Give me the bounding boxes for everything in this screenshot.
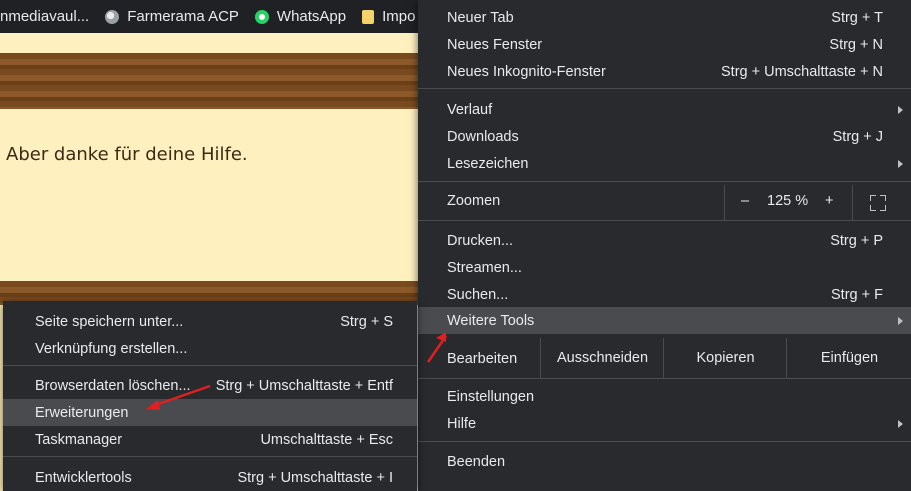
menu-item-shortcut: Strg + J [832, 128, 883, 145]
menu-item-shortcut: Strg + Umschalttaste + Entf [215, 377, 393, 394]
menu-item-label: Drucken... [447, 232, 514, 249]
menu-item-create-shortcut[interactable]: Verknüpfung erstellen... [3, 335, 417, 362]
menu-item-new-tab[interactable]: Neuer Tab Strg + T [418, 4, 911, 31]
menu-item-label: Neuer Tab [447, 9, 514, 26]
menu-item-dev-tools[interactable]: Entwicklertools Strg + Umschalttaste + I [3, 464, 417, 491]
menu-item-new-window[interactable]: Neues Fenster Strg + N [418, 31, 911, 58]
menu-item-print[interactable]: Drucken... Strg + P [418, 227, 911, 254]
menu-separator [418, 441, 911, 442]
menu-item-label: Hilfe [447, 415, 477, 432]
menu-item-shortcut: Strg + Umschalttaste + N [721, 63, 883, 80]
wood-banner [0, 53, 420, 109]
bookmark-folder[interactable]: Impo [362, 8, 415, 25]
menu-item-label: Downloads [447, 128, 519, 145]
menu-item-shortcut: Strg + T [831, 9, 883, 26]
menu-item-downloads[interactable]: Downloads Strg + J [418, 123, 911, 150]
zoom-label: Zoomen [447, 193, 501, 209]
menu-item-shortcut: Strg + Umschalttaste + I [237, 469, 393, 486]
menu-item-cast[interactable]: Streamen... [418, 254, 911, 281]
menu-item-label: Verknüpfung erstellen... [35, 340, 188, 357]
zoom-out-button[interactable]: – [741, 193, 749, 209]
menu-item-label: Erweiterungen [35, 404, 129, 421]
submenu-arrow-icon [898, 316, 903, 325]
more-tools-submenu: Seite speichern unter... Strg + S Verknü… [3, 301, 417, 491]
menu-item-label: Suchen... [447, 286, 509, 303]
menu-item-task-manager[interactable]: Taskmanager Umschalttaste + Esc [3, 426, 417, 453]
menu-item-label: Verlauf [447, 101, 493, 118]
bookmark-label: Impo [382, 8, 416, 25]
menu-item-label: Einstellungen [447, 388, 535, 405]
menu-item-label: Beenden [447, 453, 506, 470]
menu-item-label: Weitere Tools [447, 312, 535, 329]
menu-item-more-tools[interactable]: Weitere Tools [418, 307, 911, 334]
menu-item-new-incognito[interactable]: Neues Inkognito-Fenster Strg + Umschaltt… [418, 58, 911, 85]
menu-item-exit[interactable]: Beenden [418, 448, 911, 475]
menu-item-help[interactable]: Hilfe [418, 410, 911, 437]
whatsapp-icon [254, 9, 269, 24]
menu-item-shortcut: Strg + P [830, 232, 883, 249]
menu-separator [418, 88, 911, 89]
menu-item-extensions[interactable]: Erweiterungen [3, 399, 417, 426]
edit-row: Bearbeiten Ausschneiden Kopieren Einfüge… [418, 338, 911, 378]
folder-icon [362, 9, 375, 24]
globe-icon [105, 9, 120, 24]
chrome-main-menu: Neuer Tab Strg + T Neues Fenster Strg + … [418, 0, 911, 491]
bookmark-farmerama[interactable]: Farmerama ACP [105, 8, 239, 25]
menu-item-shortcut: Strg + N [829, 36, 883, 53]
menu-item-save-page[interactable]: Seite speichern unter... Strg + S [3, 308, 417, 335]
menu-item-clear-data[interactable]: Browserdaten löschen... Strg + Umschaltt… [3, 372, 417, 399]
submenu-arrow-icon [898, 105, 903, 114]
menu-item-shortcut: Umschalttaste + Esc [260, 431, 393, 448]
bookmark-label: Farmerama ACP [127, 8, 239, 25]
bookmarks-bar: nmediavaul... Farmerama ACP WhatsApp Imp… [0, 0, 420, 33]
submenu-arrow-icon [898, 159, 903, 168]
menu-item-label: Neues Fenster [447, 36, 543, 53]
menu-separator [418, 181, 911, 182]
zoom-row: Zoomen – 125 % + [418, 185, 911, 220]
menu-item-shortcut: Strg + S [340, 313, 393, 330]
zoom-value: 125 % [767, 193, 809, 209]
bookmark-label: nmediavaul... [0, 8, 90, 25]
menu-item-label: Seite speichern unter... [35, 313, 184, 330]
zoom-controls: – 125 % + [724, 185, 853, 220]
menu-item-shortcut: Strg + F [831, 286, 883, 303]
menu-item-label: Neues Inkognito-Fenster [447, 63, 606, 80]
menu-item-label: Taskmanager [35, 431, 123, 448]
edit-label: Bearbeiten [447, 351, 518, 367]
bookmark-mediavault[interactable]: nmediavaul... [0, 8, 89, 25]
menu-separator [3, 365, 417, 366]
bookmark-whatsapp[interactable]: WhatsApp [254, 8, 347, 25]
bookmark-label: WhatsApp [276, 8, 347, 25]
fullscreen-icon[interactable] [870, 195, 886, 211]
menu-separator [418, 378, 911, 379]
copy-button[interactable]: Kopieren [663, 338, 787, 378]
menu-separator [418, 220, 911, 221]
menu-item-label: Browserdaten löschen... [35, 377, 191, 394]
menu-item-find[interactable]: Suchen... Strg + F [418, 281, 911, 308]
zoom-in-button[interactable]: + [825, 193, 833, 209]
menu-separator [3, 456, 417, 457]
menu-item-history[interactable]: Verlauf [418, 96, 911, 123]
page-message: Aber danke für deine Hilfe. [6, 144, 248, 165]
cut-button[interactable]: Ausschneiden [540, 338, 664, 378]
menu-item-settings[interactable]: Einstellungen [418, 383, 911, 410]
menu-item-label: Streamen... [447, 259, 522, 276]
menu-item-label: Lesezeichen [447, 155, 529, 172]
submenu-arrow-icon [898, 419, 903, 428]
paste-button[interactable]: Einfügen [786, 338, 911, 378]
menu-item-label: Entwicklertools [35, 469, 132, 486]
menu-item-bookmarks[interactable]: Lesezeichen [418, 150, 911, 177]
